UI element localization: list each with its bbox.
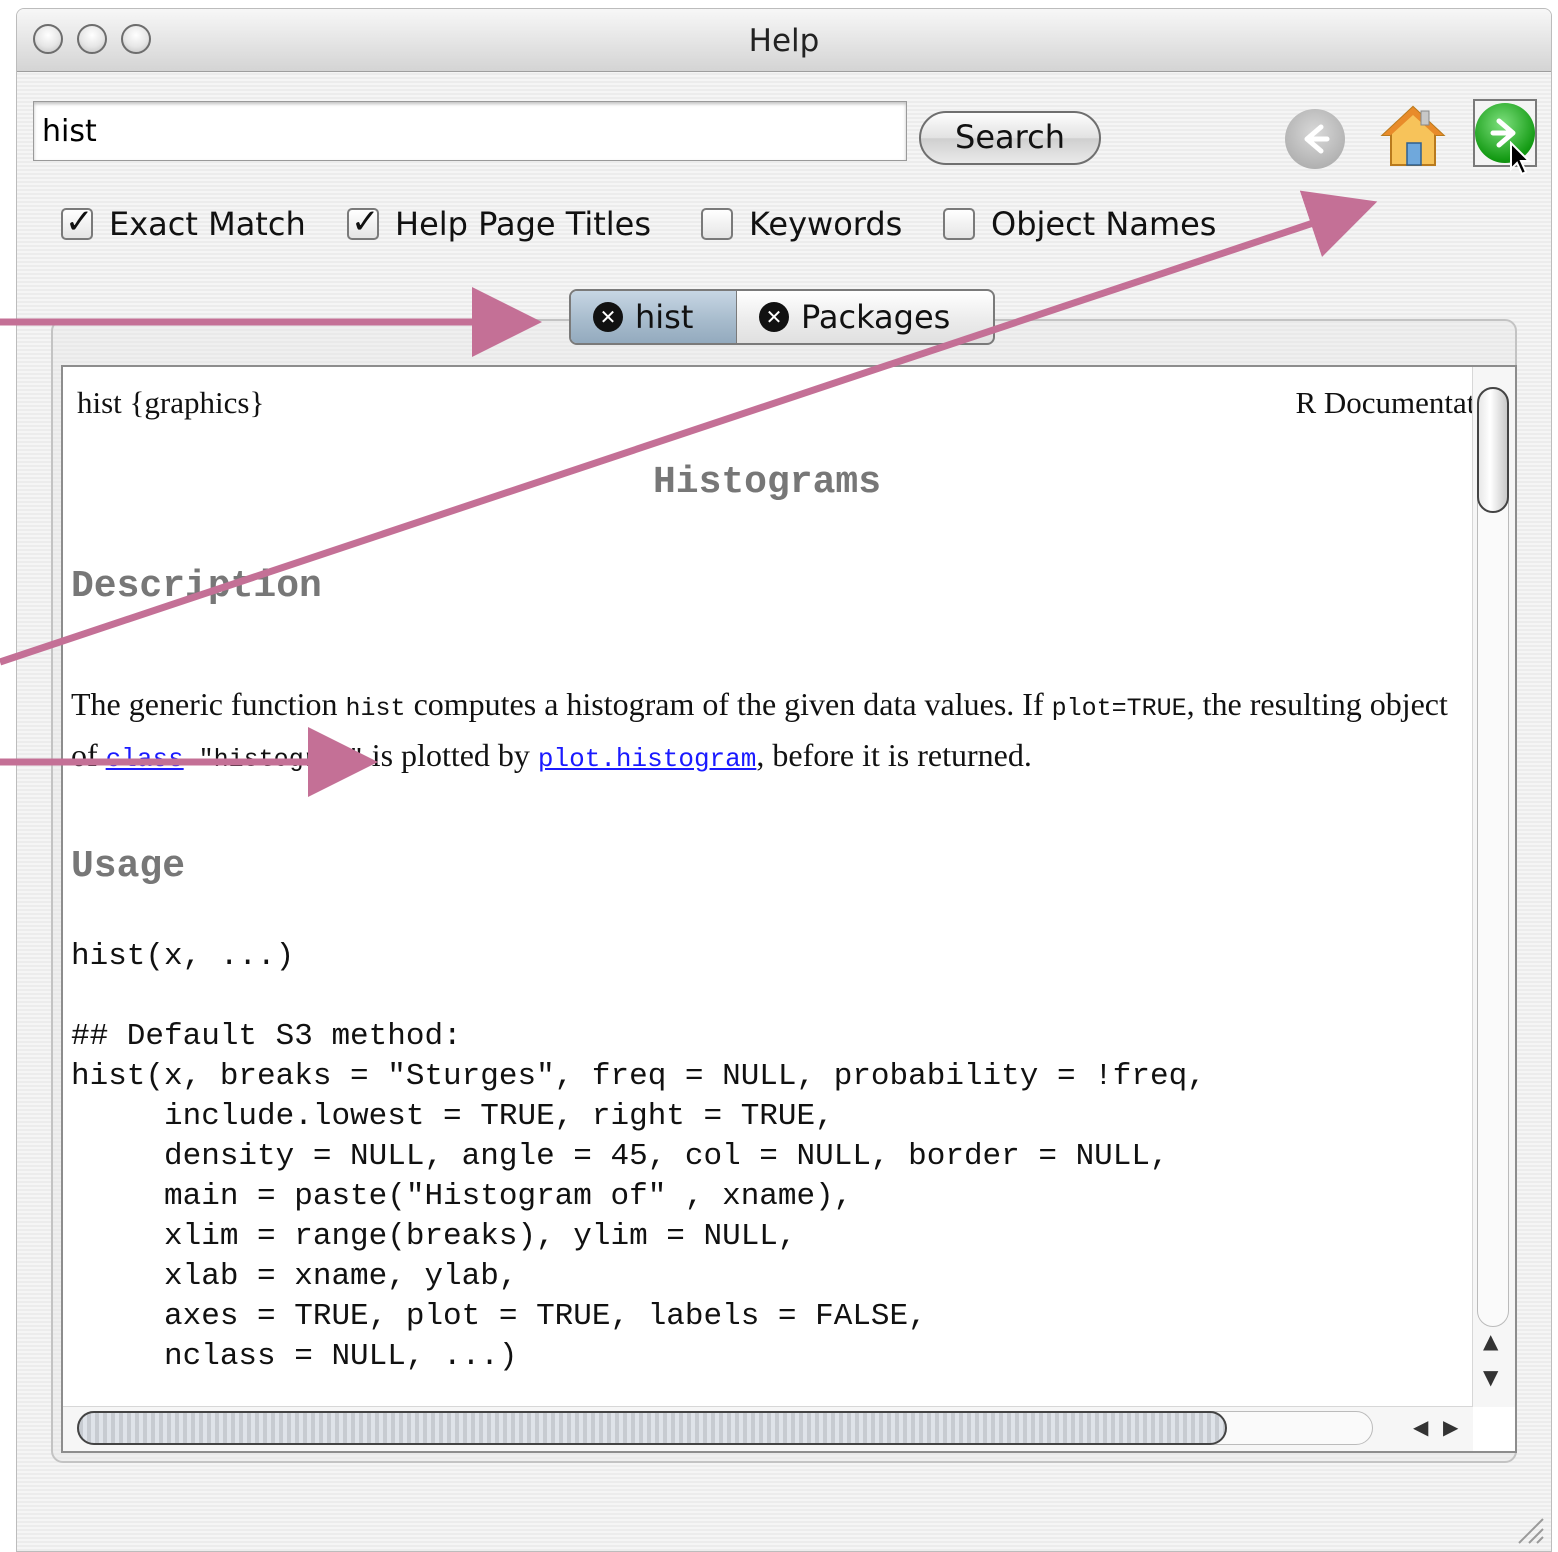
back-arrow-icon[interactable]: [1285, 109, 1345, 169]
search-input[interactable]: hist: [33, 101, 907, 161]
help-document: hist {graphics} R Documentation Histogra…: [61, 365, 1517, 1453]
exact-match-checkbox[interactable]: ✓: [61, 202, 94, 242]
option-help-page-titles[interactable]: ✓ Help Page Titles: [347, 199, 651, 249]
horizontal-scroll-thumb[interactable]: [77, 1411, 1227, 1445]
checkmark-icon: ✓: [65, 202, 94, 242]
resize-grip-icon[interactable]: [1515, 1515, 1545, 1545]
option-label: Object Names: [991, 205, 1217, 243]
home-icon[interactable]: [1377, 101, 1449, 173]
mouse-pointer-icon: [1510, 141, 1532, 176]
text: The generic function: [71, 686, 346, 722]
inline-code: plot=TRUE: [1051, 694, 1187, 723]
object-names-checkbox[interactable]: [943, 208, 975, 240]
option-keywords[interactable]: Keywords: [701, 199, 902, 249]
scroll-right-arrow-icon[interactable]: ▶: [1443, 1415, 1458, 1439]
title-bar: Help: [17, 9, 1551, 72]
option-object-names[interactable]: Object Names: [943, 199, 1216, 249]
usage-code-block: ## Default S3 method: hist(x, breaks = "…: [71, 1019, 1206, 1374]
checkmark-icon: ✓: [351, 202, 380, 242]
vertical-scrollbar[interactable]: ▲ ▼: [1472, 367, 1515, 1407]
inline-code: "histogram": [183, 745, 364, 774]
keywords-checkbox[interactable]: [701, 208, 733, 240]
inline-code: hist: [345, 694, 406, 723]
doc-header-package: hist {graphics}: [77, 385, 265, 420]
vertical-scroll-track[interactable]: [1477, 387, 1509, 1327]
tab-hist[interactable]: ✕ hist: [571, 291, 737, 343]
description-paragraph: The generic function hist computes a his…: [71, 681, 1451, 783]
option-exact-match[interactable]: ✓ Exact Match: [61, 199, 306, 249]
document-content: hist {graphics} R Documentation Histogra…: [67, 367, 1515, 1407]
help-page-titles-checkbox[interactable]: ✓: [347, 202, 380, 242]
scroll-up-arrow-icon[interactable]: ▲: [1483, 1329, 1498, 1353]
scroll-left-arrow-icon[interactable]: ◀: [1413, 1415, 1428, 1439]
link-plot-histogram[interactable]: plot.histogram: [538, 744, 756, 774]
text: , before it is returned.: [756, 737, 1032, 773]
horizontal-scrollbar[interactable]: ◀ ▶: [63, 1406, 1473, 1451]
search-button[interactable]: Search: [919, 111, 1101, 165]
link-class[interactable]: class: [106, 744, 184, 774]
page-title: Histograms: [652, 461, 882, 504]
option-label: Help Page Titles: [395, 205, 652, 243]
tab-bar: ✕ hist ✕ Packages: [569, 289, 995, 345]
section-heading-usage: Usage: [71, 845, 186, 888]
section-heading-description: Description: [71, 565, 322, 608]
option-label: Exact Match: [109, 205, 306, 243]
option-label: Keywords: [749, 205, 903, 243]
help-window: Help hist Search ✓ Exact Match ✓ Help Pa…: [16, 8, 1552, 1552]
window-title: Help: [748, 23, 820, 59]
scroll-down-arrow-icon[interactable]: ▼: [1483, 1365, 1498, 1389]
close-tab-icon[interactable]: ✕: [759, 302, 789, 332]
text: computes a histogram of the given data v…: [405, 686, 1052, 722]
text: is plotted by: [363, 737, 538, 773]
tab-packages[interactable]: ✕ Packages: [737, 291, 972, 343]
vertical-scroll-thumb[interactable]: [1477, 387, 1509, 513]
tab-label: hist: [635, 298, 694, 336]
tab-label: Packages: [801, 298, 951, 336]
usage-line: hist(x, ...): [71, 939, 295, 974]
close-tab-icon[interactable]: ✕: [593, 302, 623, 332]
